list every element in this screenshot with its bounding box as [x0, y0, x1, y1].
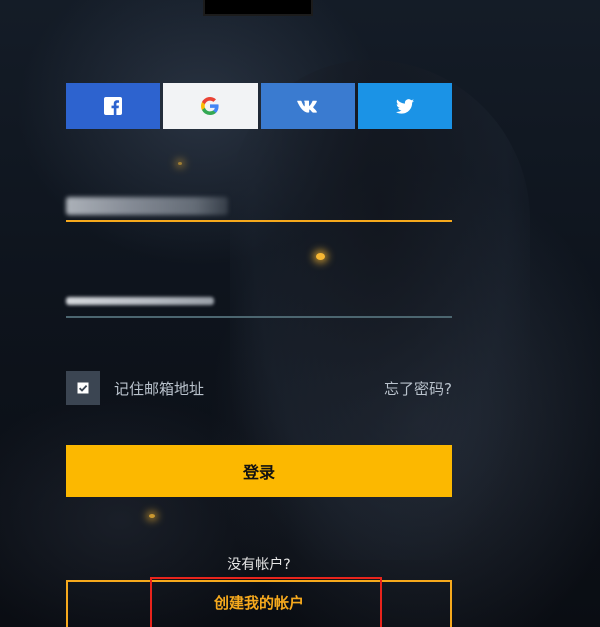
twitter-login-button[interactable] — [357, 83, 452, 129]
background-spark — [316, 253, 325, 260]
remember-row: 记住邮箱地址 忘了密码? — [66, 370, 452, 406]
vk-login-button[interactable] — [260, 83, 355, 129]
social-login-row — [66, 83, 452, 129]
email-field[interactable] — [66, 190, 452, 220]
login-page: 记住邮箱地址 忘了密码? 登录 没有帐户? 创建我的帐户 — [0, 0, 600, 627]
password-field[interactable] — [66, 286, 452, 316]
top-logo — [203, 0, 313, 16]
password-field-wrapper — [66, 286, 452, 318]
vk-icon — [296, 100, 319, 113]
facebook-icon — [104, 97, 123, 115]
facebook-login-button[interactable] — [66, 83, 161, 129]
no-account-text: 没有帐户? — [227, 557, 291, 573]
google-icon — [201, 97, 219, 115]
remember-email-label: 记住邮箱地址 — [114, 379, 205, 398]
background-spark — [178, 162, 182, 165]
google-login-button[interactable] — [163, 83, 258, 129]
create-account-button[interactable]: 创建我的帐户 — [66, 580, 452, 627]
login-button[interactable]: 登录 — [66, 445, 452, 497]
checkmark-icon — [77, 379, 89, 398]
create-account-label: 创建我的帐户 — [213, 593, 304, 612]
twitter-icon — [395, 98, 414, 114]
background-spark — [149, 514, 155, 518]
email-field-wrapper — [66, 190, 452, 222]
forgot-password-link[interactable]: 忘了密码? — [384, 378, 452, 399]
remember-email-checkbox[interactable] — [66, 371, 100, 405]
